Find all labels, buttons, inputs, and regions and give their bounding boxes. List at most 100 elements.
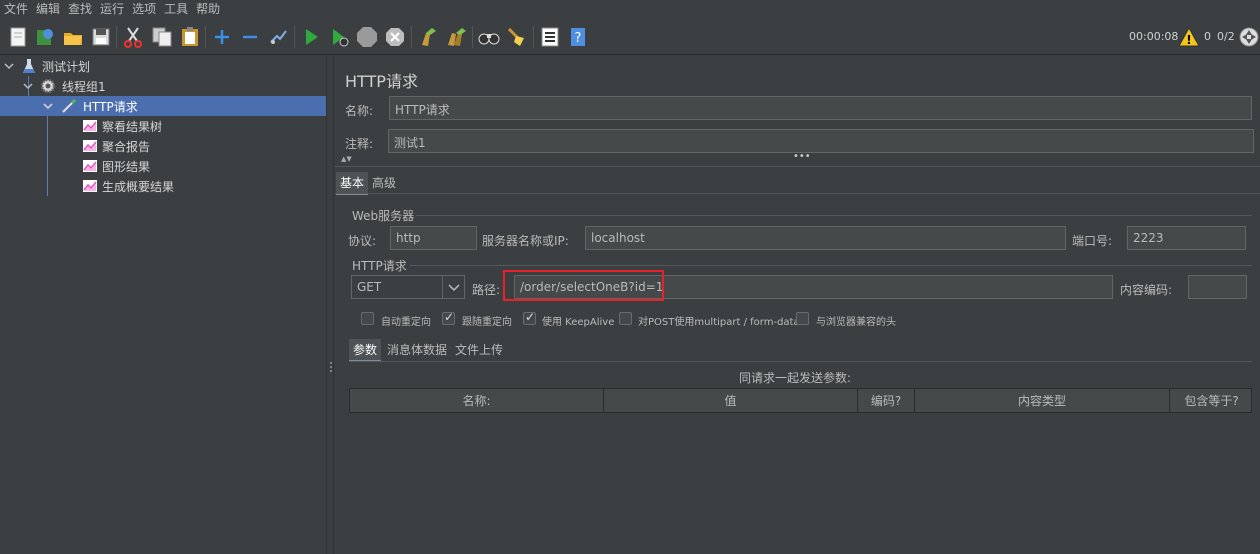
tab-basic[interactable]: 基本 xyxy=(336,172,369,195)
column-header-content-type[interactable]: 内容类型 xyxy=(915,389,1170,413)
section-collapse-bar[interactable]: ▲▼ ••• xyxy=(335,151,1260,167)
protocol-label: 协议: xyxy=(348,234,377,248)
clear-all-icon[interactable] xyxy=(444,25,468,49)
params-table-header: 名称: 值 编码? 内容类型 包含等于? xyxy=(349,388,1252,413)
chevron-down-icon[interactable] xyxy=(442,276,464,298)
paste-icon[interactable] xyxy=(178,25,202,49)
tree-item-graph-results[interactable]: 图形结果 xyxy=(0,156,326,176)
protocol-field[interactable]: http xyxy=(390,226,477,250)
menu-file[interactable]: 文件 xyxy=(0,0,32,19)
chevron-down-icon[interactable] xyxy=(43,101,53,111)
column-header-include-equals[interactable]: 包含等于? xyxy=(1170,389,1253,413)
tab-advanced[interactable]: 高级 xyxy=(368,172,400,193)
tree-item-label: 聚合报告 xyxy=(102,139,151,154)
method-select-value: GET xyxy=(357,280,382,294)
params-table-body[interactable] xyxy=(349,413,1252,554)
menu-search[interactable]: 查找 xyxy=(64,0,96,19)
menu-edit[interactable]: 编辑 xyxy=(32,0,64,19)
chevron-down-icon[interactable] xyxy=(4,61,14,71)
follow-redirect-label: 跟随重定向 xyxy=(462,317,512,328)
multipart-checkbox[interactable] xyxy=(619,312,632,325)
start-icon[interactable] xyxy=(299,25,323,49)
tree-item-thread-group[interactable]: 线程组1 xyxy=(0,76,326,96)
http-request-group-title: HTTP请求 xyxy=(352,259,407,273)
new-file-icon[interactable] xyxy=(6,25,30,49)
cut-icon[interactable] xyxy=(121,25,145,49)
toggle-icon[interactable] xyxy=(266,25,290,49)
collapse-arrows-icon[interactable]: ▲▼ xyxy=(341,155,352,163)
svg-text:!: ! xyxy=(1186,33,1191,47)
tree-item-label: 线程组1 xyxy=(62,79,106,94)
port-field[interactable]: 2223 xyxy=(1127,226,1246,250)
templates-icon[interactable] xyxy=(33,25,57,49)
keepalive-checkbox[interactable] xyxy=(523,310,536,325)
comment-field[interactable]: 测试1 xyxy=(388,129,1254,153)
test-plan-tree: 测试计划 线程组1 HTTP请求 察看结果树 聚合报告 图形结果 生成概要结果 xyxy=(0,56,326,554)
browser-headers-checkbox[interactable] xyxy=(796,312,809,325)
auto-redirect-label: 自动重定向 xyxy=(381,317,431,328)
search-binoculars-icon[interactable] xyxy=(477,25,501,49)
svg-text:?: ? xyxy=(575,31,582,46)
column-header-name[interactable]: 名称: xyxy=(350,389,604,413)
warning-count: 0 xyxy=(1204,30,1211,43)
path-label: 路径: xyxy=(472,283,501,297)
remote-status-icon[interactable] xyxy=(1239,27,1259,47)
tab-file-upload[interactable]: 文件上传 xyxy=(451,339,507,360)
tree-item-summary-report[interactable]: 生成概要结果 xyxy=(0,176,326,196)
panel-title: HTTP请求 xyxy=(345,72,418,91)
server-label: 服务器名称或IP: xyxy=(482,234,569,248)
menu-options[interactable]: 选项 xyxy=(128,0,160,19)
collapse-all-icon[interactable] xyxy=(238,25,262,49)
resize-grip-icon[interactable]: ••• xyxy=(793,151,811,162)
follow-redirect-checkbox[interactable] xyxy=(442,310,455,325)
toolbar: ? 00:00:08 ! 0 0/2 xyxy=(0,19,1260,55)
tree-item-http-request[interactable]: HTTP请求 xyxy=(0,96,326,116)
tab-body-data[interactable]: 消息体数据 xyxy=(383,339,451,360)
shutdown-icon[interactable] xyxy=(383,25,407,49)
params-caption: 同请求一起发送参数: xyxy=(739,371,852,385)
listener-graph-icon xyxy=(83,120,97,132)
auto-redirect-checkbox[interactable] xyxy=(361,312,374,325)
menu-run[interactable]: 运行 xyxy=(96,0,128,19)
name-label: 名称: xyxy=(345,104,374,118)
comment-label: 注释: xyxy=(345,137,374,151)
tree-item-label: HTTP请求 xyxy=(83,99,138,114)
browser-headers-label: 与浏览器兼容的头 xyxy=(816,317,896,328)
tree-item-view-results-tree[interactable]: 察看结果树 xyxy=(0,116,326,136)
column-header-value[interactable]: 值 xyxy=(604,389,858,413)
reset-search-broom-icon[interactable] xyxy=(505,25,529,49)
tree-item-label: 生成概要结果 xyxy=(102,179,175,194)
thread-group-gear-icon xyxy=(40,78,56,94)
clear-icon[interactable] xyxy=(416,25,440,49)
menu-bar: 文件 编辑 查找 运行 选项 工具 帮助 xyxy=(0,0,1260,19)
encoding-label: 内容编码: xyxy=(1120,283,1173,297)
open-folder-icon[interactable] xyxy=(61,25,85,49)
menu-help[interactable]: 帮助 xyxy=(192,0,224,19)
encoding-field[interactable] xyxy=(1188,275,1247,299)
start-no-pause-icon[interactable] xyxy=(327,25,351,49)
warning-icon[interactable]: ! xyxy=(1178,26,1200,47)
tree-item-test-plan[interactable]: 测试计划 xyxy=(0,56,326,76)
http-request-panel: HTTP请求 名称: HTTP请求 注释: 测试1 ▲▼ ••• 基本 高级 W… xyxy=(335,56,1260,554)
test-plan-flask-icon xyxy=(23,59,35,73)
stop-icon[interactable] xyxy=(355,25,379,49)
help-icon[interactable]: ? xyxy=(566,25,590,49)
chevron-down-icon[interactable] xyxy=(23,81,33,91)
menu-tools[interactable]: 工具 xyxy=(160,0,192,19)
expand-all-icon[interactable] xyxy=(210,25,234,49)
path-highlight-box xyxy=(503,270,664,301)
method-select[interactable]: GET xyxy=(351,275,465,299)
elapsed-timer: 00:00:08 xyxy=(1129,30,1179,43)
listener-graph-icon xyxy=(83,140,97,152)
tab-parameters[interactable]: 参数 xyxy=(349,339,382,362)
function-helper-list-icon[interactable] xyxy=(538,25,562,49)
tree-item-label: 测试计划 xyxy=(42,59,91,74)
tree-item-label: 察看结果树 xyxy=(102,119,163,134)
name-field[interactable]: HTTP请求 xyxy=(389,96,1252,120)
split-pane-divider[interactable] xyxy=(326,56,334,554)
copy-icon[interactable] xyxy=(150,25,174,49)
save-icon[interactable] xyxy=(89,25,113,49)
tree-item-aggregate-report[interactable]: 聚合报告 xyxy=(0,136,326,156)
column-header-encode[interactable]: 编码? xyxy=(858,389,915,413)
server-field[interactable]: localhost xyxy=(585,226,1066,250)
